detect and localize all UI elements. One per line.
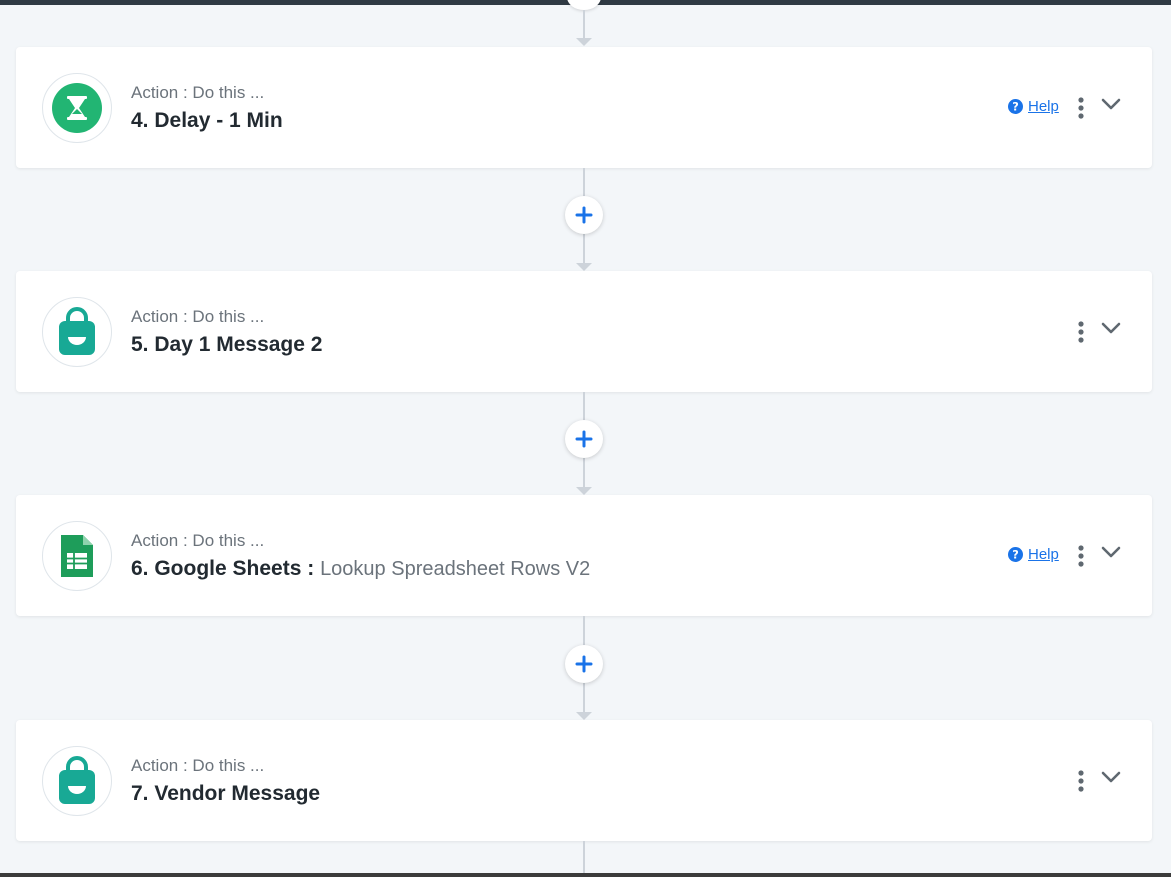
svg-text:?: ? (1012, 101, 1019, 114)
connector-arrow (576, 712, 592, 720)
chevron-down-icon[interactable] (1101, 97, 1121, 111)
connector-arrow (576, 263, 592, 271)
chevron-down-icon[interactable] (1101, 545, 1121, 559)
add-step-button[interactable] (565, 420, 603, 458)
connector-arrow (576, 487, 592, 495)
help-circle-icon: ? (1008, 99, 1023, 114)
step-app-icon (42, 521, 112, 591)
chevron-down-icon[interactable] (1101, 321, 1121, 335)
step-title: 4. Delay - 1 Min (131, 109, 283, 132)
step-title: 7. Vendor Message (131, 782, 321, 805)
step-app-icon (42, 746, 112, 816)
connector-line (583, 841, 585, 873)
step-subtitle: Action : Do this ... (131, 307, 265, 326)
hourglass-icon (52, 83, 102, 133)
help-label: Help (1028, 98, 1059, 115)
more-options-icon[interactable] (1074, 545, 1088, 567)
shopping-bag-icon (59, 756, 95, 804)
step-title: 6. Google Sheets : Lookup Spreadsheet Ro… (131, 557, 591, 580)
more-options-icon[interactable] (1074, 321, 1088, 343)
previous-step-node (567, 0, 601, 10)
connector-line (583, 10, 585, 38)
help-label: Help (1028, 546, 1059, 563)
help-link[interactable]: ? Help (1008, 546, 1059, 563)
step-title: 5. Day 1 Message 2 (131, 333, 323, 356)
more-options-icon[interactable] (1074, 97, 1088, 119)
shopping-bag-icon (59, 307, 95, 355)
svg-text:?: ? (1012, 549, 1019, 562)
step-subtitle: Action : Do this ... (131, 531, 265, 550)
plus-icon (575, 430, 593, 448)
step-card-vendor-message[interactable]: Action : Do this ... 7. Vendor Message (16, 720, 1152, 841)
step-card-day1-message[interactable]: Action : Do this ... 5. Day 1 Message 2 (16, 271, 1152, 392)
add-step-button[interactable] (565, 645, 603, 683)
help-circle-icon: ? (1008, 547, 1023, 562)
plus-icon (575, 655, 593, 673)
plus-icon (575, 206, 593, 224)
step-app-icon (42, 73, 112, 143)
more-options-icon[interactable] (1074, 770, 1088, 792)
step-subtitle: Action : Do this ... (131, 756, 265, 775)
help-link[interactable]: ? Help (1008, 98, 1059, 115)
step-action-detail: Lookup Spreadsheet Rows V2 (320, 558, 591, 580)
step-card-google-sheets[interactable]: Action : Do this ... 6. Google Sheets : … (16, 495, 1152, 616)
step-subtitle: Action : Do this ... (131, 83, 265, 102)
chevron-down-icon[interactable] (1101, 770, 1121, 784)
step-card-delay[interactable]: Action : Do this ... 4. Delay - 1 Min ? … (16, 47, 1152, 168)
add-step-button[interactable] (565, 196, 603, 234)
google-sheets-icon (61, 535, 93, 577)
connector-arrow (576, 38, 592, 46)
step-app-icon (42, 297, 112, 367)
bottom-bar (0, 873, 1171, 877)
